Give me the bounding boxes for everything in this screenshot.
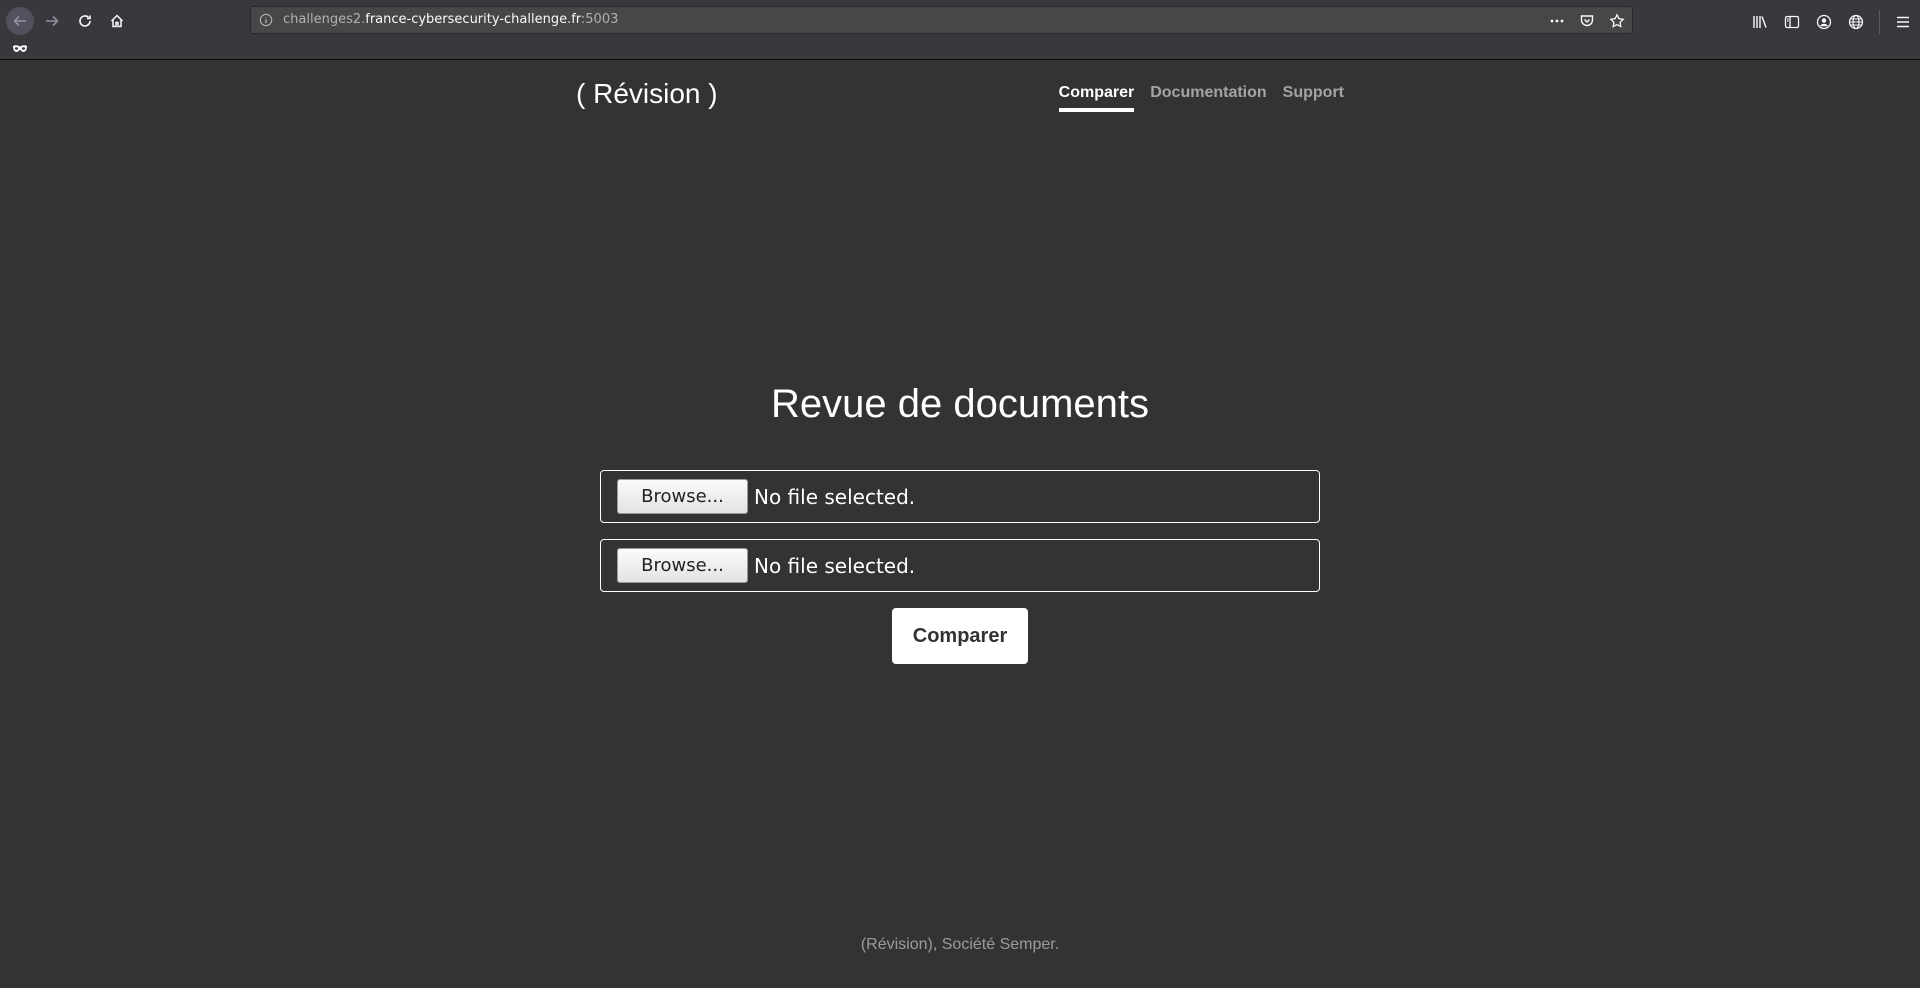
account-icon[interactable] [1815, 13, 1833, 31]
sidebar-icon[interactable] [1783, 13, 1801, 31]
compare-button[interactable]: Comparer [892, 608, 1028, 664]
nav-link-comparer[interactable]: Comparer [1058, 84, 1135, 112]
url-text[interactable]: challenges2.france-cybersecurity-challen… [283, 12, 618, 27]
globe-icon[interactable] [1847, 13, 1865, 31]
file-status-1: No file selected. [754, 484, 916, 509]
toolbar-separator [1879, 10, 1880, 34]
pocket-icon[interactable] [1578, 12, 1596, 30]
browser-toolbar: challenges2.france-cybersecurity-challen… [0, 0, 1920, 60]
address-bar[interactable]: challenges2.france-cybersecurity-challen… [250, 6, 1633, 34]
url-port: :5003 [580, 12, 619, 27]
file-input-1[interactable]: Browse... No file selected. [600, 470, 1320, 523]
library-icon[interactable] [1751, 13, 1769, 31]
page-content: ( Révision ) Comparer Documentation Supp… [0, 60, 1920, 988]
reload-icon[interactable] [71, 7, 99, 35]
url-subdomain: challenges2. [283, 12, 366, 27]
nav-link-documentation[interactable]: Documentation [1150, 84, 1266, 112]
private-browsing-icon [13, 45, 27, 52]
info-icon[interactable] [259, 13, 273, 27]
browse-button-1[interactable]: Browse... [617, 479, 748, 514]
back-icon[interactable] [6, 7, 34, 35]
forward-icon[interactable] [38, 7, 66, 35]
home-icon[interactable] [103, 7, 131, 35]
file-status-2: No file selected. [754, 553, 916, 578]
nav-link-support[interactable]: Support [1283, 84, 1344, 112]
bookmark-star-icon[interactable] [1608, 12, 1626, 30]
footer-text: (Révision), Société Semper. [860, 936, 1060, 953]
menu-icon[interactable] [1894, 13, 1912, 31]
url-domain: france-cybersecurity-challenge.fr [365, 12, 581, 27]
browse-button-2[interactable]: Browse... [617, 548, 748, 583]
brand-title[interactable]: ( Révision ) [576, 78, 718, 110]
page-title: Revue de documents [770, 382, 1149, 426]
file-input-2[interactable]: Browse... No file selected. [600, 539, 1320, 592]
more-actions-icon[interactable] [1548, 12, 1566, 30]
main-nav: Comparer Documentation Support [1058, 84, 1344, 112]
